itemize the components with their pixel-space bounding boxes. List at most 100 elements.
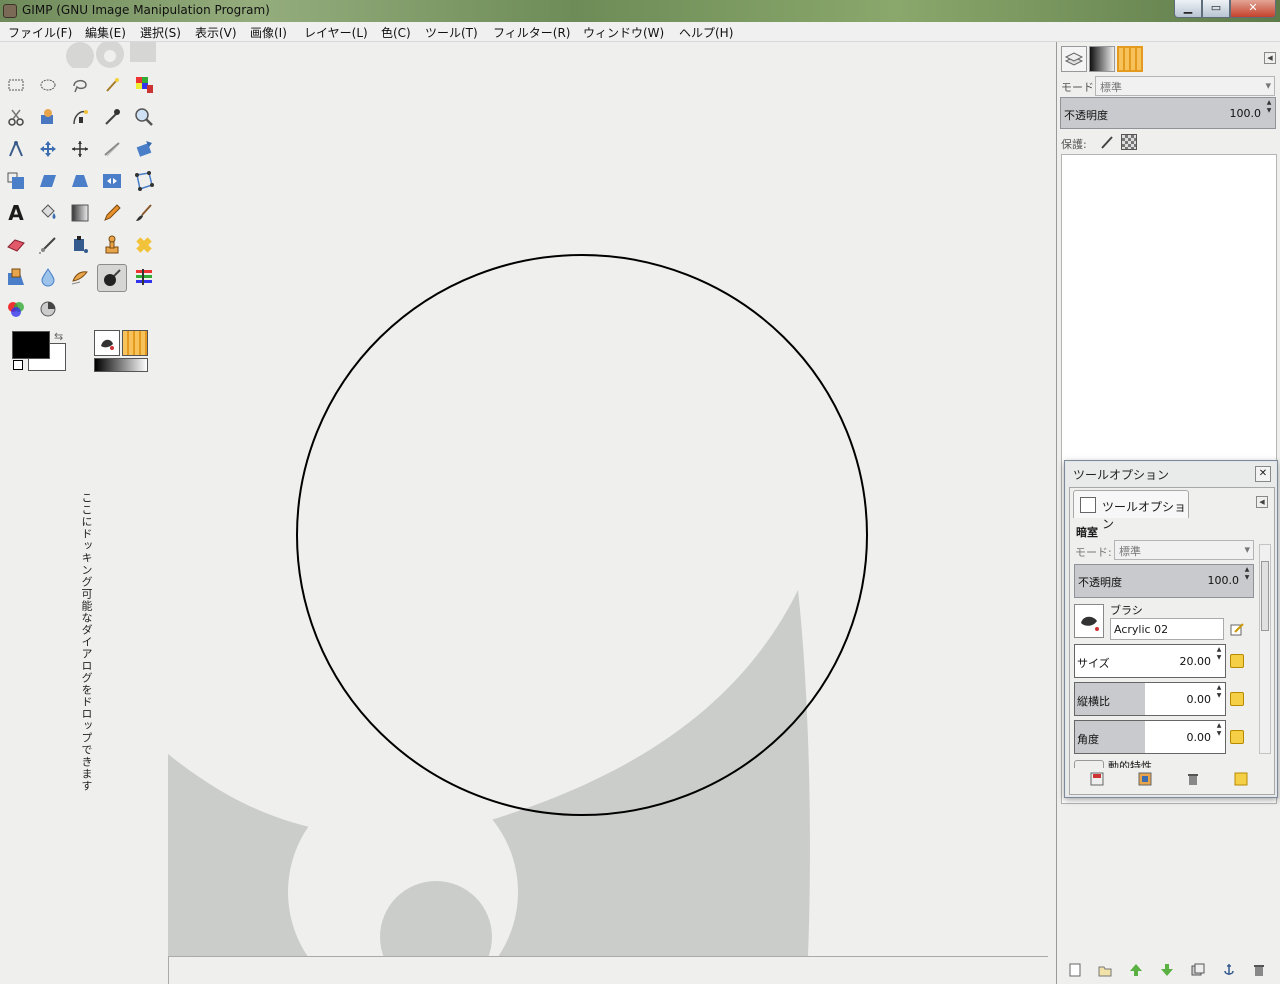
- new-layer-icon[interactable]: [1067, 962, 1083, 978]
- opacity-spinner-icon[interactable]: ▲ ▼: [1264, 99, 1274, 115]
- delete-options-icon[interactable]: [1186, 772, 1200, 786]
- color-balance-tool-icon[interactable]: [3, 296, 29, 322]
- reset-angle-icon[interactable]: [1230, 730, 1244, 744]
- lock-alpha-icon[interactable]: [1121, 134, 1137, 150]
- menu-file[interactable]: ファイル(F): [8, 24, 72, 41]
- duplicate-layer-icon[interactable]: [1190, 962, 1206, 978]
- reset-aspect-icon[interactable]: [1230, 692, 1244, 706]
- default-colors-icon[interactable]: [13, 360, 23, 370]
- patterns-tab-icon[interactable]: [1117, 46, 1143, 72]
- move-tool-icon[interactable]: [35, 136, 61, 162]
- airbrush-tool-icon[interactable]: [35, 232, 61, 258]
- perspective-clone-tool-icon[interactable]: [3, 264, 29, 290]
- maximize-button[interactable]: ▭: [1202, 0, 1230, 18]
- angle-spinner-icon[interactable]: ▲ ▼: [1214, 722, 1224, 738]
- measure-tool-icon[interactable]: [3, 136, 29, 162]
- paths-tool-icon[interactable]: [67, 104, 93, 130]
- menu-help[interactable]: ヘルプ(H): [679, 24, 733, 41]
- color-select-tool-icon[interactable]: [131, 72, 157, 98]
- menu-view[interactable]: 表示(V): [195, 24, 237, 41]
- tab-tool-options[interactable]: ツールオプション: [1073, 490, 1189, 531]
- aspect-spinner-icon[interactable]: ▲ ▼: [1214, 684, 1224, 700]
- blur-sharpen-tool-icon[interactable]: [35, 264, 61, 290]
- lock-pixels-icon[interactable]: [1099, 134, 1115, 150]
- mode-select[interactable]: 標準 ▾: [1095, 76, 1275, 96]
- menu-select[interactable]: 選択(S): [140, 24, 181, 41]
- brush-select-icon[interactable]: [1074, 604, 1104, 638]
- brush-preview-icon[interactable]: [94, 330, 120, 356]
- zoom-tool-icon[interactable]: [131, 104, 157, 130]
- close-button[interactable]: ✕: [1230, 0, 1276, 18]
- gradients-tab-icon[interactable]: [1089, 46, 1115, 72]
- clone-tool-icon[interactable]: [99, 232, 125, 258]
- scrollbar-thumb[interactable]: [1261, 561, 1269, 631]
- gradient-preview[interactable]: [94, 358, 148, 372]
- brush-name-field[interactable]: Acrylic 02: [1110, 618, 1224, 640]
- eraser-tool-icon[interactable]: [3, 232, 29, 258]
- delete-layer-icon[interactable]: [1251, 962, 1267, 978]
- close-icon[interactable]: ✕: [1255, 466, 1271, 482]
- tab-menu-icon[interactable]: ◀: [1256, 496, 1268, 508]
- dock-tab-menu-icon[interactable]: ◀: [1264, 52, 1276, 64]
- anchor-layer-icon[interactable]: [1221, 962, 1237, 978]
- to-opacity-slider[interactable]: 不透明度 100.0 ▲ ▼: [1074, 564, 1254, 598]
- heal-tool-icon[interactable]: [131, 232, 157, 258]
- edit-brush-icon[interactable]: [1230, 622, 1244, 636]
- to-mode-select[interactable]: 標準 ▾: [1114, 540, 1254, 560]
- swap-colors-icon[interactable]: ⇆: [54, 330, 63, 343]
- perspective-tool-icon[interactable]: [67, 168, 93, 194]
- color-picker-tool-icon[interactable]: [99, 104, 125, 130]
- reset-options-icon[interactable]: [1234, 772, 1248, 786]
- pencil-tool-icon[interactable]: [99, 200, 125, 226]
- opacity-slider[interactable]: 不透明度 100.0 ▲ ▼: [1060, 97, 1276, 129]
- menu-image[interactable]: 画像(I): [250, 24, 287, 41]
- raise-layer-icon[interactable]: [1128, 962, 1144, 978]
- fuzzy-select-tool-icon[interactable]: [99, 72, 125, 98]
- layers-tab-icon[interactable]: [1061, 46, 1087, 72]
- bucket-fill-tool-icon[interactable]: [35, 200, 61, 226]
- scale-tool-icon[interactable]: [3, 168, 29, 194]
- shear-tool-icon[interactable]: [35, 168, 61, 194]
- free-select-tool-icon[interactable]: [67, 72, 93, 98]
- rect-select-tool-icon[interactable]: [3, 72, 29, 98]
- angle-slider[interactable]: 角度 0.00 ▲ ▼: [1074, 720, 1226, 754]
- size-spinner-icon[interactable]: ▲ ▼: [1214, 646, 1224, 662]
- menu-layer[interactable]: レイヤー(L): [304, 24, 368, 41]
- tool-options-scrollbar[interactable]: [1259, 544, 1271, 754]
- opacity-spinner-icon[interactable]: ▲ ▼: [1242, 566, 1252, 582]
- ink-tool-icon[interactable]: [67, 232, 93, 258]
- text-tool-icon[interactable]: A: [3, 200, 29, 226]
- dodge-burn-tool-icon[interactable]: [97, 264, 127, 292]
- smudge-tool-icon[interactable]: [67, 264, 93, 290]
- crop-tool-icon[interactable]: [99, 136, 125, 162]
- blend-tool-icon[interactable]: [67, 200, 93, 226]
- image-canvas[interactable]: [168, 42, 1056, 984]
- dynamics-row[interactable]: 動的特性: [1074, 758, 1254, 768]
- flip-tool-icon[interactable]: [99, 168, 125, 194]
- gimp-app-icon[interactable]: [3, 4, 17, 18]
- levels-tool-icon[interactable]: [131, 264, 157, 290]
- align-tool-icon[interactable]: [67, 136, 93, 162]
- new-layer-group-icon[interactable]: [1097, 962, 1113, 978]
- pattern-preview[interactable]: [122, 330, 148, 356]
- size-slider[interactable]: サイズ 20.00 ▲ ▼: [1074, 644, 1226, 678]
- menu-tools[interactable]: ツール(T): [425, 24, 478, 41]
- minimize-button[interactable]: ▁: [1174, 0, 1202, 18]
- scissors-tool-icon[interactable]: [3, 104, 29, 130]
- menu-filters[interactable]: フィルター(R): [493, 24, 570, 41]
- menu-windows[interactable]: ウィンドウ(W): [583, 24, 664, 41]
- cage-transform-tool-icon[interactable]: [131, 168, 157, 194]
- ellipse-select-tool-icon[interactable]: [35, 72, 61, 98]
- foreground-color-swatch[interactable]: [12, 331, 50, 359]
- hue-saturation-tool-icon[interactable]: [35, 296, 61, 322]
- aspect-ratio-slider[interactable]: 縦横比 0.00 ▲ ▼: [1074, 682, 1226, 716]
- foreground-select-tool-icon[interactable]: [35, 104, 61, 130]
- rotate-tool-icon[interactable]: [131, 136, 157, 162]
- menu-edit[interactable]: 編集(E): [85, 24, 126, 41]
- paintbrush-tool-icon[interactable]: [131, 200, 157, 226]
- lower-layer-icon[interactable]: [1159, 962, 1175, 978]
- menu-colors[interactable]: 色(C): [381, 24, 411, 41]
- reset-size-icon[interactable]: [1230, 654, 1244, 668]
- restore-options-icon[interactable]: [1138, 772, 1152, 786]
- save-options-icon[interactable]: [1090, 772, 1104, 786]
